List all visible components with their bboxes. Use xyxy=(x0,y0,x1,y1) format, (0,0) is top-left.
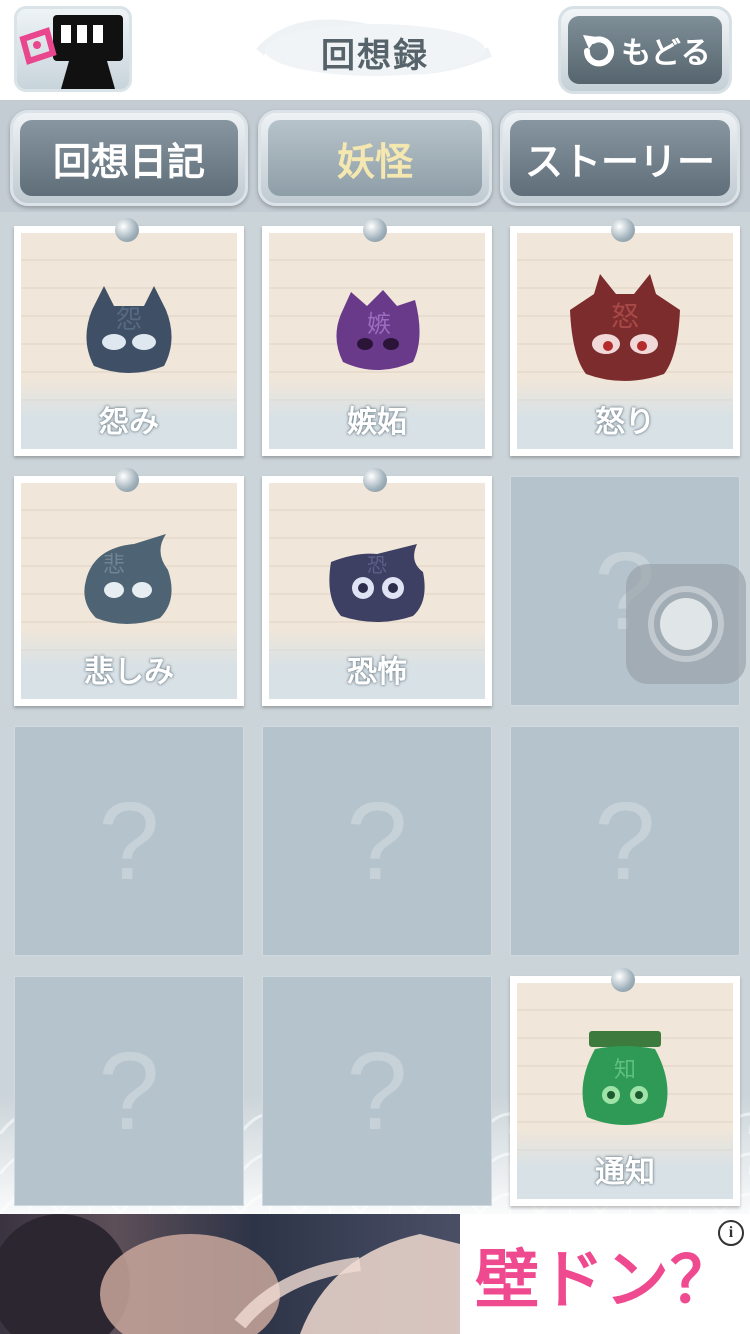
yokai-shitto-icon: 嫉 xyxy=(336,290,420,371)
pin-icon xyxy=(611,218,635,242)
svg-text:嫉: 嫉 xyxy=(367,310,391,338)
card-photo: 怨 怨み xyxy=(21,233,237,449)
tab-diary-label: 回想日記 xyxy=(20,120,238,196)
pin-icon xyxy=(115,218,139,242)
yokai-card-kyoufu[interactable]: 恐 恐怖 xyxy=(262,468,492,706)
assistive-touch-dot xyxy=(660,598,712,650)
yokai-tsuchi-icon: 知 xyxy=(582,1031,668,1126)
assistive-touch-button[interactable] xyxy=(626,564,746,684)
yokai-card-locked[interactable]: ? xyxy=(262,976,492,1206)
yokai-card-locked[interactable]: ? xyxy=(510,726,740,956)
yokai-name: 悲しみ xyxy=(84,655,174,690)
header: 回想録 もどる xyxy=(0,0,750,100)
yokai-ikari-icon: 怒 xyxy=(570,274,680,382)
locked-question-mark: ? xyxy=(346,779,408,903)
locked-question-mark: ? xyxy=(98,779,160,903)
pin-icon xyxy=(363,468,387,492)
card-photo: 悲 悲しみ xyxy=(21,483,237,699)
back-button-inner: もどる xyxy=(568,16,722,84)
tab-yokai-label: 妖怪 xyxy=(268,120,482,196)
yokai-card-tsuchi[interactable]: 知 通知 xyxy=(510,968,740,1206)
yokai-card-locked[interactable]: ? xyxy=(14,726,244,956)
card-photo: 嫉 嫉妬 xyxy=(269,233,485,449)
yokai-grid: 怨 怨み 嫉 嫉妬 怒 怒り 悲 悲しみ 恐 恐怖 ? ? ? ? ? ? 知 … xyxy=(0,212,750,1214)
ad-banner[interactable]: 壁ドン？ i xyxy=(0,1214,750,1334)
svg-text:知: 知 xyxy=(614,1058,636,1083)
pin-icon xyxy=(611,968,635,992)
yokai-kyoufu-icon: 恐 xyxy=(329,544,425,623)
yokai-name: 恐怖 xyxy=(347,655,407,690)
category-tabs: 回想日記 妖怪 ストーリー xyxy=(0,100,750,212)
yokai-urami-icon: 怨 xyxy=(86,286,172,374)
svg-text:恐: 恐 xyxy=(367,553,387,577)
ad-illustration xyxy=(0,1214,460,1334)
yokai-kanashimi-icon: 悲 xyxy=(84,534,172,625)
ad-info-icon[interactable]: i xyxy=(718,1220,744,1246)
back-button[interactable]: もどる xyxy=(558,6,732,94)
svg-text:怨: 怨 xyxy=(116,305,142,335)
yokai-name: 嫉妬 xyxy=(347,405,407,440)
locked-question-mark: ? xyxy=(98,1029,160,1153)
yokai-card-shitto[interactable]: 嫉 嫉妬 xyxy=(262,218,492,456)
svg-text:怒: 怒 xyxy=(611,300,639,333)
locked-question-mark: ? xyxy=(346,1029,408,1153)
yokai-card-ikari[interactable]: 怒 怒り xyxy=(510,218,740,456)
tab-story-label: ストーリー xyxy=(510,120,730,196)
tab-diary[interactable]: 回想日記 xyxy=(10,110,248,206)
yokai-card-urami[interactable]: 怨 怨み xyxy=(14,218,244,456)
card-photo: 怒 怒り xyxy=(517,233,733,449)
yokai-card-kanashimi[interactable]: 悲 悲しみ xyxy=(14,468,244,706)
pin-icon xyxy=(363,218,387,242)
yokai-card-locked[interactable]: ? xyxy=(14,976,244,1206)
ad-headline: 壁ドン？ xyxy=(475,1244,735,1318)
yokai-card-locked[interactable]: ? xyxy=(262,726,492,956)
tab-yokai[interactable]: 妖怪 xyxy=(258,110,492,206)
back-button-label: もどる xyxy=(621,36,711,71)
card-photo: 知 通知 xyxy=(517,983,733,1199)
pin-icon xyxy=(115,468,139,492)
yokai-name: 怨み xyxy=(99,405,159,440)
undo-arrow-icon xyxy=(583,35,615,67)
card-photo: 恐 恐怖 xyxy=(269,483,485,699)
locked-question-mark: ? xyxy=(594,779,656,903)
yokai-name: 怒り xyxy=(595,405,655,440)
tab-story[interactable]: ストーリー xyxy=(500,110,740,206)
yokai-name: 通知 xyxy=(595,1155,655,1190)
ad-image xyxy=(0,1214,460,1334)
svg-text:悲: 悲 xyxy=(103,553,125,578)
